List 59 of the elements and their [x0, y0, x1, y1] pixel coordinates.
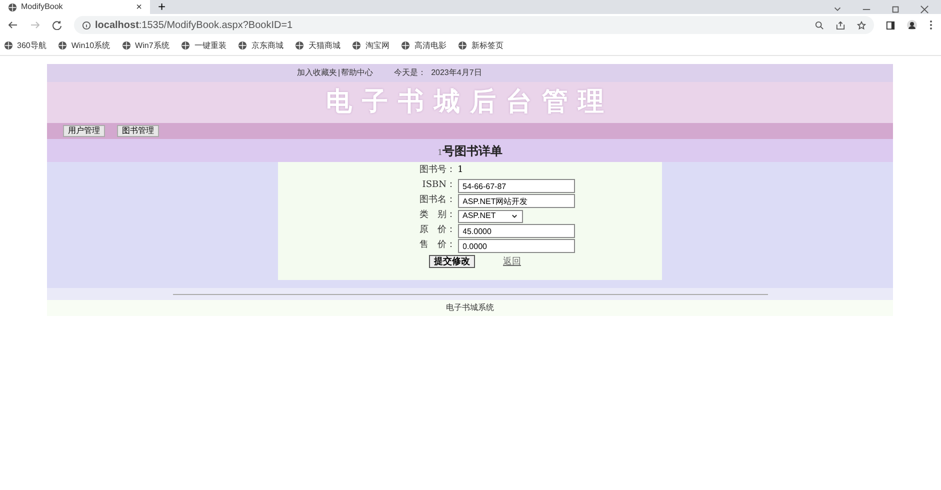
top-link[interactable]: 帮助中心	[341, 67, 374, 79]
reload-icon[interactable]	[52, 20, 62, 30]
bookmark-link[interactable]: Win10系统	[71, 40, 110, 52]
field-label: 图书号：	[418, 164, 456, 178]
address-bar[interactable]: localhost:1535/ModifyBook.aspx?BookID=1	[74, 16, 874, 34]
globe-icon	[458, 41, 468, 50]
globe-icon	[238, 41, 248, 50]
globe-icon	[4, 41, 13, 50]
submit-button[interactable]: 提交修改	[429, 255, 475, 268]
separator: |	[338, 67, 340, 79]
field-label: 售 价：	[418, 239, 456, 252]
nav-button[interactable]: 用户管理	[63, 125, 105, 137]
globe-icon	[58, 41, 68, 50]
star-icon[interactable]	[857, 20, 866, 30]
bookmark-link[interactable]: 淘宝网	[365, 40, 390, 52]
globe-icon	[401, 41, 410, 50]
globe-icon	[295, 41, 304, 50]
field-label: 类 别：	[418, 209, 456, 222]
close-tab-button[interactable]: ×	[136, 0, 142, 14]
top-link[interactable]: 加入收藏夹	[297, 67, 337, 79]
input-field[interactable]: ASP.NET网站开发	[458, 194, 574, 208]
zoom-icon[interactable]	[815, 20, 824, 30]
date-text: 2023年4月7日	[431, 67, 482, 79]
input-field[interactable]: 45.0000	[458, 224, 574, 238]
chevron-down-icon	[510, 212, 518, 220]
bookmark-link[interactable]: 京东商城	[251, 40, 284, 52]
select-field[interactable]: ASP.NET	[458, 210, 522, 222]
info-icon	[82, 20, 91, 30]
page-heading: 1号图书详单	[437, 142, 503, 160]
profile-icon[interactable]	[907, 20, 917, 30]
bookmark-link[interactable]: 新标签页	[471, 40, 504, 52]
globe-icon	[352, 41, 362, 50]
bookmark-link[interactable]: 360导航	[17, 40, 46, 52]
restore-icon[interactable]	[891, 5, 900, 14]
back-arrow-icon[interactable]	[8, 20, 18, 30]
close-icon[interactable]	[920, 5, 929, 14]
globe-icon	[8, 2, 17, 12]
field-label: 图书名：	[418, 194, 456, 208]
side-panel-icon[interactable]	[886, 20, 895, 30]
field-label: 原 价：	[418, 224, 456, 238]
chevron-down-icon[interactable]	[833, 5, 842, 14]
bookmark-link[interactable]: Win7系统	[135, 40, 170, 52]
field-label: ISBN：	[421, 179, 456, 192]
nav-button[interactable]: 图书管理	[117, 125, 159, 137]
input-field[interactable]: 54-66-67-87	[458, 179, 574, 193]
url-text: localhost:1535/ModifyBook.aspx?BookID=1	[95, 18, 293, 32]
globe-icon	[181, 41, 190, 50]
date-label: 今天是：	[394, 67, 426, 79]
bookmark-link[interactable]: 高清电影	[414, 40, 446, 52]
input-field[interactable]: 0.0000	[458, 239, 574, 253]
more-icon[interactable]	[929, 20, 933, 30]
field-value: 1	[458, 164, 464, 178]
bookmark-link[interactable]: 天猫商城	[308, 40, 340, 52]
new-tab-button[interactable]: +	[158, 0, 166, 14]
bookmark-link[interactable]: 一键重装	[194, 40, 226, 52]
globe-icon	[122, 41, 132, 50]
back-link[interactable]: 返回	[503, 255, 521, 268]
share-icon[interactable]	[836, 20, 845, 30]
footer-text: 电子书城系统	[446, 302, 494, 314]
